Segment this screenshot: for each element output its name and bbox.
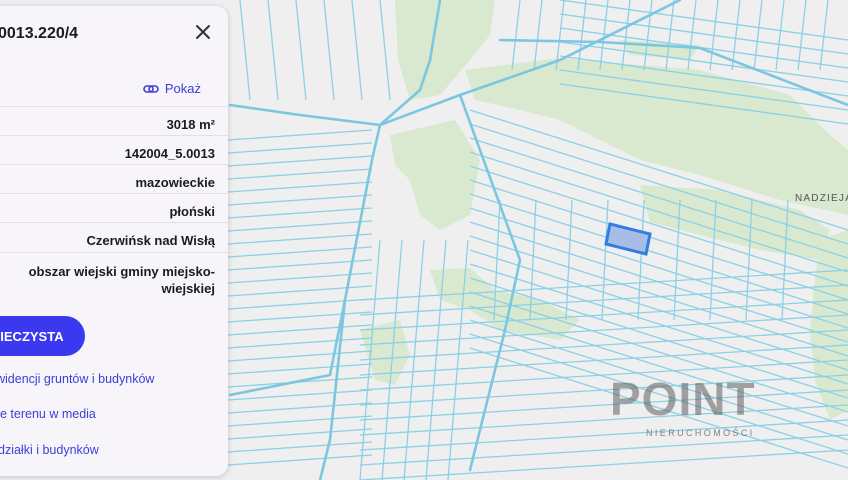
watermark-text: POINT <box>610 373 756 425</box>
show-label: Pokaż <box>164 81 201 96</box>
parcel-info-panel: 0013.220/4 Pokaż 3018 m² 142004_5.0013 m… <box>0 6 228 476</box>
row-area: 3018 m² <box>0 106 228 136</box>
place-label: NADZIEJA <box>795 193 848 204</box>
row-parcel-id: 142004_5.0013 <box>0 135 228 165</box>
show-link[interactable]: Pokaż <box>143 81 201 96</box>
link-land-register-records[interactable]: widencji gruntów i budynków <box>0 372 154 386</box>
watermark-logo: POINT NIERUCHOMOŚCI <box>610 376 810 438</box>
row-voivodeship: mazowieckie <box>0 164 228 194</box>
area-value: 3018 m² <box>166 117 215 132</box>
precinct-value-line2: wiejskiej <box>161 281 215 296</box>
link-utility-terrain[interactable]: e terenu w media <box>0 407 96 421</box>
precinct-value-line1: obszar wiejski gminy miejsko- <box>28 264 215 279</box>
watermark-subtitle: NIERUCHOMOŚCI <box>646 428 755 438</box>
land-register-button[interactable]: WIECZYSTA <box>0 316 85 356</box>
parcel-id-value: 142004_5.0013 <box>124 146 215 161</box>
county-value: płoński <box>169 204 215 219</box>
close-icon[interactable] <box>192 21 214 43</box>
parcel-title: 0013.220/4 <box>0 25 79 42</box>
row-county: płoński <box>0 193 228 223</box>
commune-value: Czerwińsk nad Wisłą <box>86 233 215 248</box>
row-precinct: obszar wiejski gminy miejsko- wiejskiej <box>0 252 228 298</box>
link-icon <box>143 84 159 93</box>
link-parcel-buildings[interactable]: działki i budynków <box>0 443 99 457</box>
row-commune: Czerwińsk nad Wisłą <box>0 222 228 253</box>
voivodeship-value: mazowieckie <box>135 175 216 190</box>
